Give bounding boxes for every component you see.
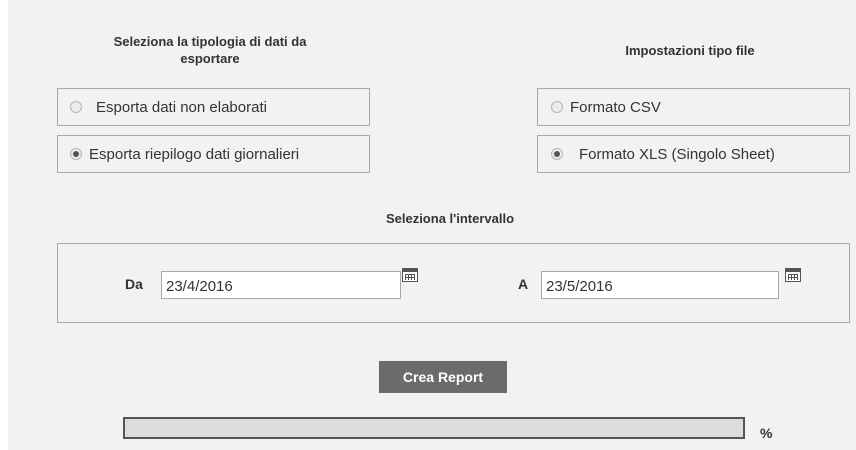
progress-bar (123, 417, 745, 439)
radio-raw-data[interactable] (70, 101, 82, 113)
create-report-button[interactable]: Crea Report (379, 361, 507, 393)
progress-percent-label: % (760, 425, 773, 441)
file-type-heading: Impostazioni tipo file (625, 43, 755, 58)
calendar-icon[interactable] (402, 268, 418, 282)
from-date-input[interactable] (161, 271, 401, 299)
radio-daily-summary[interactable] (70, 148, 82, 160)
to-date-label: A (518, 276, 529, 292)
radio-csv[interactable] (551, 101, 563, 113)
export-raw-data-label: Esporta dati non elaborati (96, 98, 267, 116)
export-raw-data-option[interactable]: Esporta dati non elaborati (57, 88, 370, 126)
format-xls-label: Formato XLS (Singolo Sheet) (579, 145, 775, 163)
from-date-label: Da (125, 276, 143, 292)
to-date-input[interactable] (541, 271, 779, 299)
format-csv-label: Formato CSV (570, 98, 661, 116)
calendar-icon[interactable] (785, 268, 801, 282)
export-type-heading: Seleziona la tipologia di dati da esport… (113, 34, 307, 66)
export-daily-summary-option[interactable]: Esporta riepilogo dati giornalieri (57, 135, 370, 173)
radio-xls[interactable] (551, 148, 563, 160)
date-range-box: Da A (57, 243, 850, 323)
interval-heading: Seleziona l'intervallo (385, 211, 515, 226)
format-csv-option[interactable]: Formato CSV (537, 88, 850, 126)
export-daily-summary-label: Esporta riepilogo dati giornalieri (89, 145, 300, 163)
format-xls-option[interactable]: Formato XLS (Singolo Sheet) (537, 135, 850, 173)
